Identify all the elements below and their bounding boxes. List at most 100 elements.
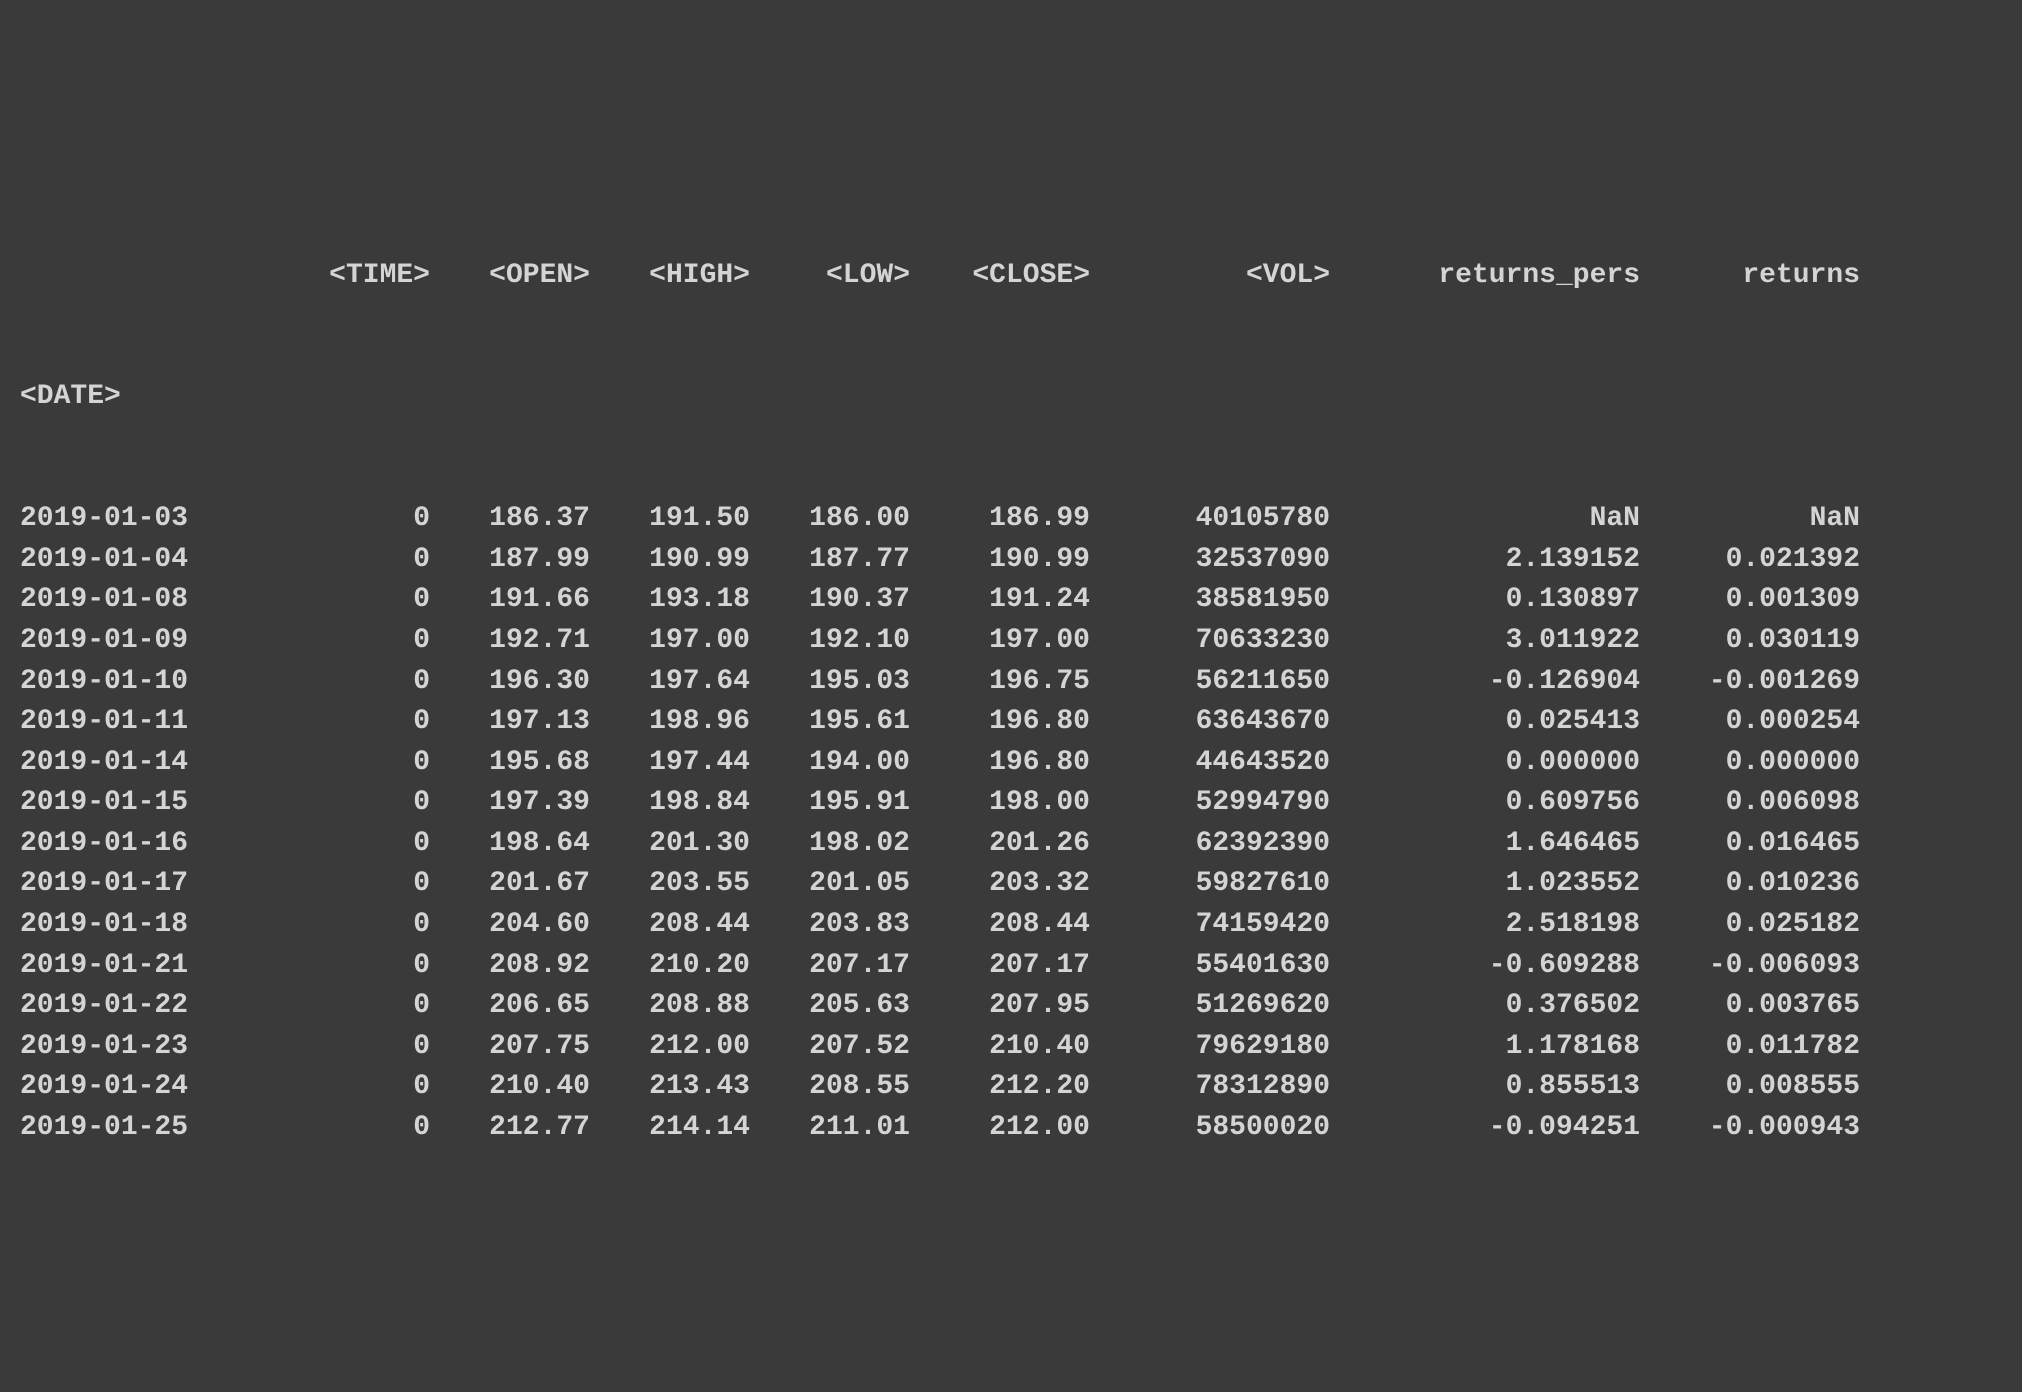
cell-low: 198.02 bbox=[750, 824, 910, 865]
cell-date: 2019-01-15 bbox=[20, 783, 280, 824]
cell-high: 210.20 bbox=[590, 946, 750, 987]
cell-vol: 56211650 bbox=[1090, 662, 1330, 703]
cell-high: 203.55 bbox=[590, 864, 750, 905]
cell-returns: -0.001269 bbox=[1640, 662, 1860, 703]
cell-high: 208.88 bbox=[590, 986, 750, 1027]
cell-time: 0 bbox=[280, 824, 430, 865]
cell-close: 207.17 bbox=[910, 946, 1090, 987]
table-body: 2019-01-030186.37191.50186.00186.9940105… bbox=[20, 499, 2002, 1149]
cell-vol: 38581950 bbox=[1090, 580, 1330, 621]
table-row: 2019-01-030186.37191.50186.00186.9940105… bbox=[20, 499, 2002, 540]
table-row: 2019-01-140195.68197.44194.00196.8044643… bbox=[20, 743, 2002, 784]
table-row: 2019-01-040187.99190.99187.77190.9932537… bbox=[20, 540, 2002, 581]
table-row: 2019-01-100196.30197.64195.03196.7556211… bbox=[20, 662, 2002, 703]
column-header-returns-pers: returns_pers bbox=[1330, 256, 1640, 297]
cell-time: 0 bbox=[280, 864, 430, 905]
table-row: 2019-01-250212.77214.14211.01212.0058500… bbox=[20, 1108, 2002, 1149]
cell-high: 193.18 bbox=[590, 580, 750, 621]
cell-vol: 55401630 bbox=[1090, 946, 1330, 987]
cell-low: 201.05 bbox=[750, 864, 910, 905]
cell-low: 205.63 bbox=[750, 986, 910, 1027]
cell-close: 201.26 bbox=[910, 824, 1090, 865]
cell-date: 2019-01-09 bbox=[20, 621, 280, 662]
table-row: 2019-01-080191.66193.18190.37191.2438581… bbox=[20, 580, 2002, 621]
cell-low: 203.83 bbox=[750, 905, 910, 946]
column-header-vol: <VOL> bbox=[1090, 256, 1330, 297]
column-header-returns: returns bbox=[1640, 256, 1860, 297]
table-row: 2019-01-220206.65208.88205.63207.9551269… bbox=[20, 986, 2002, 1027]
cell-returns: NaN bbox=[1640, 499, 1860, 540]
cell-returns: 0.011782 bbox=[1640, 1027, 1860, 1068]
cell-high: 214.14 bbox=[590, 1108, 750, 1149]
cell-vol: 62392390 bbox=[1090, 824, 1330, 865]
cell-time: 0 bbox=[280, 580, 430, 621]
cell-returns: 0.000000 bbox=[1640, 743, 1860, 784]
cell-time: 0 bbox=[280, 905, 430, 946]
table-row: 2019-01-090192.71197.00192.10197.0070633… bbox=[20, 621, 2002, 662]
cell-returns: 0.003765 bbox=[1640, 986, 1860, 1027]
cell-date: 2019-01-24 bbox=[20, 1067, 280, 1108]
cell-open: 192.71 bbox=[430, 621, 590, 662]
table-row: 2019-01-230207.75212.00207.52210.4079629… bbox=[20, 1027, 2002, 1068]
cell-open: 191.66 bbox=[430, 580, 590, 621]
cell-open: 198.64 bbox=[430, 824, 590, 865]
table-row: 2019-01-210208.92210.20207.17207.1755401… bbox=[20, 946, 2002, 987]
cell-vol: 32537090 bbox=[1090, 540, 1330, 581]
cell-time: 0 bbox=[280, 946, 430, 987]
cell-time: 0 bbox=[280, 1027, 430, 1068]
cell-close: 208.44 bbox=[910, 905, 1090, 946]
cell-high: 191.50 bbox=[590, 499, 750, 540]
cell-returns: 0.021392 bbox=[1640, 540, 1860, 581]
cell-close: 210.40 bbox=[910, 1027, 1090, 1068]
cell-high: 197.00 bbox=[590, 621, 750, 662]
cell-returns-pers: 0.855513 bbox=[1330, 1067, 1640, 1108]
cell-close: 196.80 bbox=[910, 743, 1090, 784]
cell-high: 198.84 bbox=[590, 783, 750, 824]
cell-returns-pers: -0.094251 bbox=[1330, 1108, 1640, 1149]
column-header-low: <LOW> bbox=[750, 256, 910, 297]
index-name: <DATE> bbox=[20, 377, 2002, 418]
cell-close: 190.99 bbox=[910, 540, 1090, 581]
cell-time: 0 bbox=[280, 986, 430, 1027]
cell-close: 212.20 bbox=[910, 1067, 1090, 1108]
cell-open: 210.40 bbox=[430, 1067, 590, 1108]
cell-returns-pers: -0.609288 bbox=[1330, 946, 1640, 987]
cell-returns: 0.008555 bbox=[1640, 1067, 1860, 1108]
cell-close: 191.24 bbox=[910, 580, 1090, 621]
dataframe-output: <TIME><OPEN><HIGH><LOW><CLOSE><VOL>retur… bbox=[20, 174, 2002, 1189]
cell-open: 197.13 bbox=[430, 702, 590, 743]
cell-high: 198.96 bbox=[590, 702, 750, 743]
cell-date: 2019-01-11 bbox=[20, 702, 280, 743]
cell-open: 204.60 bbox=[430, 905, 590, 946]
cell-returns: 0.025182 bbox=[1640, 905, 1860, 946]
cell-returns-pers: -0.126904 bbox=[1330, 662, 1640, 703]
table-row: 2019-01-110197.13198.96195.61196.8063643… bbox=[20, 702, 2002, 743]
cell-close: 212.00 bbox=[910, 1108, 1090, 1149]
cell-high: 212.00 bbox=[590, 1027, 750, 1068]
cell-low: 195.91 bbox=[750, 783, 910, 824]
cell-time: 0 bbox=[280, 662, 430, 703]
cell-returns-pers: 0.609756 bbox=[1330, 783, 1640, 824]
cell-returns-pers: 0.376502 bbox=[1330, 986, 1640, 1027]
column-header-open: <OPEN> bbox=[430, 256, 590, 297]
header-blank bbox=[20, 256, 280, 297]
cell-low: 190.37 bbox=[750, 580, 910, 621]
cell-date: 2019-01-10 bbox=[20, 662, 280, 703]
cell-time: 0 bbox=[280, 540, 430, 581]
cell-close: 186.99 bbox=[910, 499, 1090, 540]
cell-vol: 44643520 bbox=[1090, 743, 1330, 784]
cell-vol: 78312890 bbox=[1090, 1067, 1330, 1108]
table-row: 2019-01-160198.64201.30198.02201.2662392… bbox=[20, 824, 2002, 865]
cell-low: 207.52 bbox=[750, 1027, 910, 1068]
cell-returns: -0.000943 bbox=[1640, 1108, 1860, 1149]
cell-date: 2019-01-08 bbox=[20, 580, 280, 621]
cell-vol: 63643670 bbox=[1090, 702, 1330, 743]
cell-open: 212.77 bbox=[430, 1108, 590, 1149]
cell-open: 208.92 bbox=[430, 946, 590, 987]
cell-high: 208.44 bbox=[590, 905, 750, 946]
cell-open: 206.65 bbox=[430, 986, 590, 1027]
cell-vol: 52994790 bbox=[1090, 783, 1330, 824]
cell-vol: 58500020 bbox=[1090, 1108, 1330, 1149]
cell-date: 2019-01-25 bbox=[20, 1108, 280, 1149]
cell-high: 213.43 bbox=[590, 1067, 750, 1108]
